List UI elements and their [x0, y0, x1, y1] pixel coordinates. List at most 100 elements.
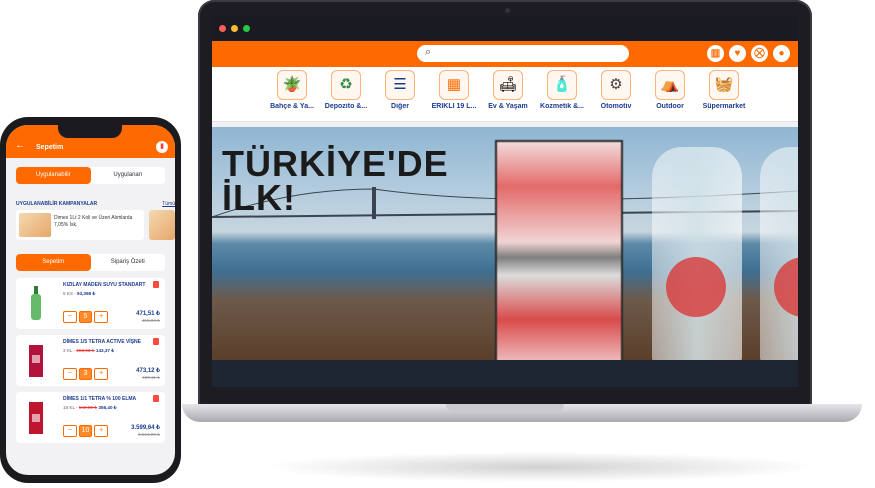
quantity-value[interactable]: 5: [78, 311, 93, 323]
tab-applied[interactable]: Uygulanan: [91, 167, 166, 184]
close-dot[interactable]: [219, 25, 226, 32]
category-supermarket[interactable]: 🧺 Süpermarket: [697, 67, 751, 121]
car-icon: ⚙: [601, 70, 631, 100]
category-label: Ev & Yaşam: [488, 103, 528, 110]
grid-icon: ▦: [439, 70, 469, 100]
category-erikli[interactable]: ▦ ERİKLİ 19 L...: [427, 67, 481, 121]
cart-item: DİMES 1/1 TETRA % 100 ELMA 18 KL - 540,8…: [16, 392, 165, 443]
carton-icon: [29, 345, 43, 377]
product-unit: 3 KL - 283,93 ₺ 143,37 ₺: [63, 348, 114, 354]
site-header: ⌕ ▥ ♥ ⛒ ●: [212, 41, 798, 67]
category-label: Depozito &...: [324, 103, 368, 110]
bottle-icon: [31, 286, 41, 320]
old-total: 466,84 ₺: [142, 318, 160, 324]
header-actions: ▥ ♥ ⛒ ●: [707, 45, 790, 62]
category-bar: 🪴 Bahçe & Ya... ♻ Depozito &... ☰ Diğer ▦ ER…: [212, 67, 798, 122]
unit-label: 5 KS -: [63, 291, 76, 296]
bottle-image: [760, 147, 798, 360]
cart-item: KIZILAY MADEN SUYU STANDART 5 KS - 93,36…: [16, 278, 165, 329]
old-total-value: 430,11 ₺: [142, 375, 160, 380]
unit-price: 356,40 ₺: [98, 405, 117, 410]
unit-label: 3 KL -: [63, 348, 76, 353]
category-garden[interactable]: 🪴 Bahçe & Ya...: [265, 67, 319, 121]
category-label: Diğer: [391, 103, 409, 110]
cart-tabs: Sepetim Sipariş Özeti: [16, 254, 165, 271]
phone-screen: ← Sepetim ▮ Uygulanabilir Uygulanan UYGU…: [6, 125, 175, 475]
product-name: DİMES 1/5 TETRA ACTIVE VİŞNE: [63, 339, 141, 345]
recycle-icon: ♻: [331, 70, 361, 100]
page-footer-strip: [212, 360, 798, 387]
campaign-card[interactable]: [149, 210, 175, 240]
laptop-screen: ⌕ ▥ ♥ ⛒ ● 🪴 Bahçe & Ya... ♻ Depozito &... …: [212, 17, 798, 387]
old-total: 3.564,00 ₺: [138, 432, 160, 438]
category-deposit[interactable]: ♻ Depozito &...: [319, 67, 373, 121]
garden-icon: 🪴: [277, 70, 307, 100]
maximize-dot[interactable]: [243, 25, 250, 32]
quantity-stepper: −5 +: [63, 311, 109, 323]
category-label: Bahçe & Ya...: [270, 103, 314, 110]
campaigns-title: UYGULANABİLİR KAMPANYALAR: [16, 201, 98, 207]
category-home[interactable]: 🛋 Ev & Yaşam: [481, 67, 535, 121]
campaigns-all-link[interactable]: Tümü: [162, 201, 175, 207]
campaign-card[interactable]: Dimes 1Lt 2 Koli ve Üzeri Alımlarda 7,05…: [16, 210, 144, 240]
delete-icon[interactable]: [153, 395, 159, 402]
search-icon: ⌕: [425, 46, 432, 58]
list-icon: ☰: [385, 70, 415, 100]
phone-frame: ← Sepetim ▮ Uygulanabilir Uygulanan UYGU…: [0, 117, 181, 483]
bottle-label: [774, 257, 798, 317]
product-name: KIZILAY MADEN SUYU STANDART: [63, 282, 146, 288]
category-label: Otomotiv: [600, 103, 632, 110]
bottle-label: [666, 257, 726, 317]
increment-button[interactable]: +: [94, 368, 109, 380]
old-total-value: 466,84 ₺: [141, 318, 160, 323]
campaign-text: Dimes 1Lt 2 Koli ve Üzeri Alımlarda 7,05…: [54, 215, 133, 228]
line-total: 3.599,64 ₺: [131, 425, 160, 431]
decrement-button[interactable]: −: [63, 311, 77, 323]
floor-shadow: [260, 452, 820, 482]
window-titlebar: [212, 17, 798, 41]
cart-item: DİMES 1/5 TETRA ACTIVE VİŞNE 3 KL - 283,…: [16, 335, 165, 386]
category-automotive[interactable]: ⚙ Otomotiv: [589, 67, 643, 121]
user-icon[interactable]: ●: [773, 45, 790, 62]
delete-icon[interactable]: [153, 338, 159, 345]
product-unit: 18 KL - 540,80 ₺ 356,40 ₺: [63, 405, 117, 411]
category-outdoor[interactable]: ⛺ Outdoor: [643, 67, 697, 121]
store-icon[interactable]: ▥: [707, 45, 724, 62]
category-label: Kozmetik &...: [540, 103, 584, 110]
hero-banner[interactable]: TÜRKİYE'DE İLK!: [212, 127, 798, 360]
increment-button[interactable]: +: [94, 425, 109, 437]
phone-notch: [58, 125, 122, 138]
banner-headline: TÜRKİYE'DE İLK!: [222, 146, 449, 216]
category-cosmetics[interactable]: 🧴 Kozmetik &...: [535, 67, 589, 121]
tab-order-summary[interactable]: Sipariş Özeti: [91, 254, 166, 271]
line-total: 473,12 ₺: [136, 368, 160, 374]
unit-price: 143,37 ₺: [95, 348, 115, 353]
search-input[interactable]: ⌕: [417, 45, 629, 62]
trash-icon[interactable]: ▮: [156, 141, 168, 153]
tab-applicable[interactable]: Uygulanabilir: [16, 167, 91, 184]
quantity-value[interactable]: 3: [78, 368, 93, 380]
decrement-button[interactable]: −: [63, 425, 77, 437]
product-unit: 5 KS - 93,368 ₺: [63, 291, 95, 297]
product-image: [22, 400, 50, 434]
decrement-button[interactable]: −: [63, 368, 77, 380]
basket-icon[interactable]: ⛒: [751, 45, 768, 62]
increment-button[interactable]: +: [94, 311, 109, 323]
quantity-stepper: −10 +: [63, 425, 109, 437]
old-total-value: 3.564,00 ₺: [137, 432, 160, 437]
quantity-value[interactable]: 10: [78, 425, 93, 437]
tab-cart[interactable]: Sepetim: [16, 254, 91, 271]
product-image: [22, 286, 50, 320]
heart-icon[interactable]: ♥: [729, 45, 746, 62]
category-label: Süpermarket: [702, 103, 746, 110]
old-unit-price: 283,93 ₺: [76, 348, 95, 353]
quantity-stepper: −3 +: [63, 368, 109, 380]
category-other[interactable]: ☰ Diğer: [373, 67, 427, 121]
back-arrow-icon[interactable]: ←: [15, 140, 25, 151]
minimize-dot[interactable]: [231, 25, 238, 32]
delete-icon[interactable]: [153, 281, 159, 288]
category-label: ERİKLİ 19 L...: [431, 103, 477, 110]
product-image: [22, 343, 50, 377]
old-total: 430,11 ₺: [142, 375, 160, 381]
line-total: 471,51 ₺: [136, 311, 160, 317]
